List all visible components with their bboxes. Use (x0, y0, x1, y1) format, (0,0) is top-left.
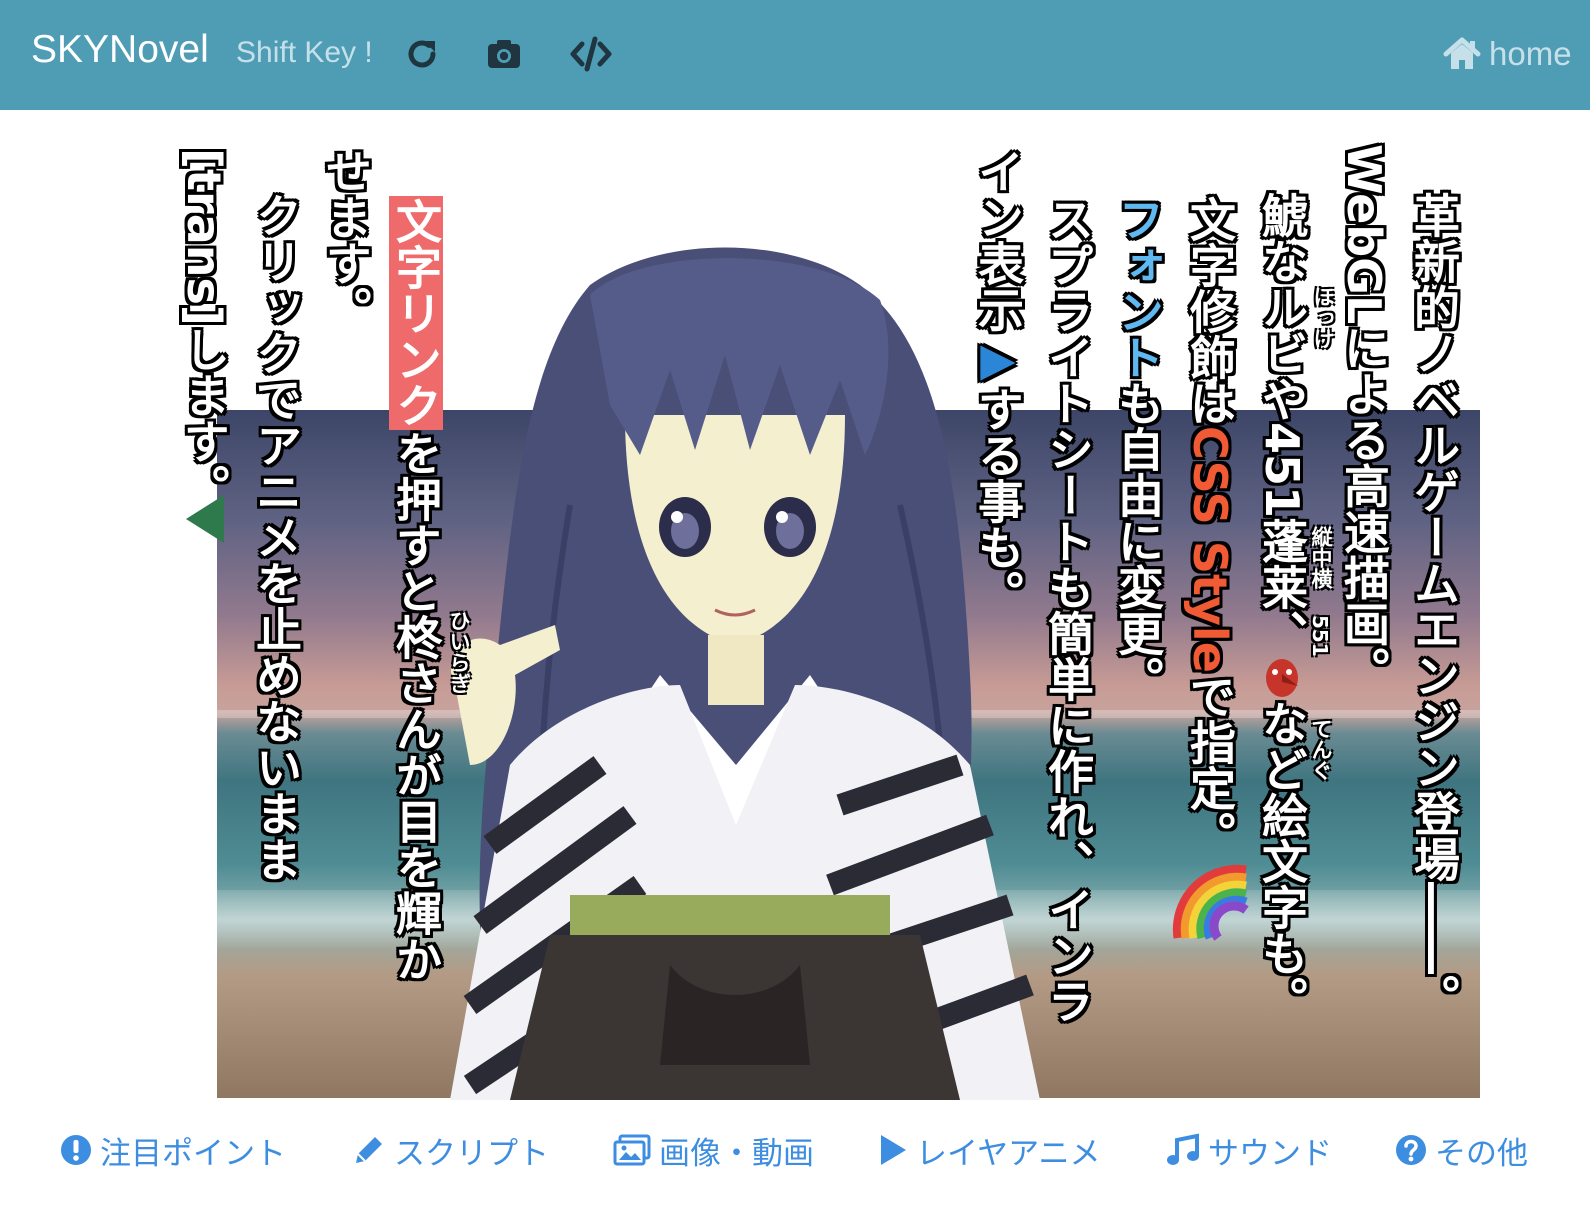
rainbow-emoji (1172, 864, 1249, 941)
shift-key-label[interactable]: Shift Key ! (236, 36, 373, 70)
code-icon[interactable] (570, 36, 612, 72)
story-line-8: 文字リンクを押すと柊さんが目を輝か (389, 196, 443, 982)
story-text: する事も。 (971, 386, 1025, 616)
story-line-7: イン表示▶する事も。 (971, 148, 1025, 616)
menu-label: その他 (1435, 1135, 1528, 1172)
story-text: 、 (1255, 610, 1309, 657)
menu-label: レイヤアニメ (916, 1135, 1101, 1172)
reload-icon[interactable] (404, 36, 440, 72)
story-line-2: WebGLによる高速描画。 (1337, 144, 1391, 693)
story-line-4: 文字修飾はCSS Styleで指定。 (1183, 196, 1237, 857)
story-text: で指定。 (1183, 672, 1237, 857)
menu-highlights[interactable]: 注目ポイント (60, 1128, 286, 1172)
menu-label: サウンド (1208, 1135, 1332, 1172)
story-line-9: せます。 (319, 148, 373, 332)
top-navbar: SKYNovel Shift Key ! home (0, 0, 1590, 110)
pencil-icon (356, 1137, 382, 1163)
ruby-hiiragi: ひいらぎ (447, 610, 471, 694)
menu-label: 注目ポイント (100, 1135, 286, 1172)
story-line-3: 鯱なルビや451蓬莱、など絵文字も。 (1255, 192, 1309, 1023)
text-link[interactable]: 文字リンク (389, 196, 443, 430)
music-icon (1167, 1133, 1199, 1165)
story-text: 文字修飾は (1183, 196, 1237, 426)
menu-script[interactable]: スクリプト (352, 1128, 549, 1172)
home-link[interactable]: home (1443, 34, 1572, 74)
story-line-5: フォントも自由に変更。 (1111, 196, 1165, 702)
story-text: を押すと (389, 430, 443, 614)
story-text: 蓬莱 (1255, 518, 1309, 611)
story-text: せます。 (319, 148, 373, 332)
menu-label: 画像・動画 (659, 1135, 814, 1172)
exclamation-circle-icon (61, 1135, 91, 1165)
story-text: イン表示 (971, 148, 1025, 332)
tate-chu-yoko-label: 縦中横 (1309, 526, 1333, 589)
home-icon (1443, 37, 1481, 69)
story-line-6: スプライトシートも簡単に作れ、インラ (1041, 196, 1095, 1024)
story-text: クリックでアニメを止めないまま (249, 192, 303, 882)
menu-other[interactable]: その他 (1395, 1128, 1528, 1172)
story-text: 革新的ノベルゲームエンジン登場――。 (1407, 192, 1461, 1020)
menu-layer-animation[interactable]: レイヤアニメ (878, 1128, 1100, 1172)
ruby-hokke: ほっけ (1311, 286, 1335, 349)
story-text: WebGLによる高速描画。 (1337, 144, 1391, 693)
novel-stage[interactable]: 革新的ノベルゲームエンジン登場――。 WebGLによる高速描画。 鯱なルビや45… (0, 110, 1590, 1110)
tate-chu-yoko-digits: 551 (1308, 615, 1332, 657)
story-line-10: クリックでアニメを止めないまま (249, 192, 303, 882)
font-text: フォント (1111, 196, 1165, 380)
story-text: スプライトシートも簡単に作れ、インラ (1041, 196, 1095, 1024)
inline-sprite-marker: ▶ (971, 332, 1025, 386)
home-label: home (1489, 35, 1572, 72)
ruby-tengu: てんぐ (1309, 718, 1333, 781)
question-circle-icon (1396, 1135, 1426, 1165)
story-line-1: 革新的ノベルゲームエンジン登場――。 (1407, 192, 1461, 1020)
story-text: 柊 (389, 614, 443, 660)
story-text: さんが目を輝か (389, 660, 443, 982)
menu-sound[interactable]: サウンド (1166, 1128, 1332, 1172)
story-text: など絵文字も。 (1255, 700, 1309, 1023)
play-icon (881, 1135, 906, 1165)
story-line-11: [trans]します。 (177, 148, 231, 510)
bottom-menu: 注目ポイント スクリプト 画像・動画 レイヤアニメ サウンド その他 (0, 1120, 1590, 1180)
story-text: [trans]します。 (177, 148, 231, 510)
image-icon (613, 1134, 651, 1166)
menu-label: スクリプト (394, 1135, 549, 1172)
tengu-mask-icon (1266, 659, 1298, 698)
story-text: 451 (1255, 422, 1309, 519)
story-text: も自由に変更。 (1111, 380, 1165, 702)
css-style-text: CSS Style (1183, 426, 1237, 673)
camera-icon[interactable] (486, 36, 522, 72)
menu-images-video[interactable]: 画像・動画 (613, 1128, 814, 1172)
story-text: 鯱なルビや (1255, 192, 1309, 422)
brand-title[interactable]: SKYNovel (31, 28, 209, 72)
click-wait-marker (186, 495, 224, 543)
